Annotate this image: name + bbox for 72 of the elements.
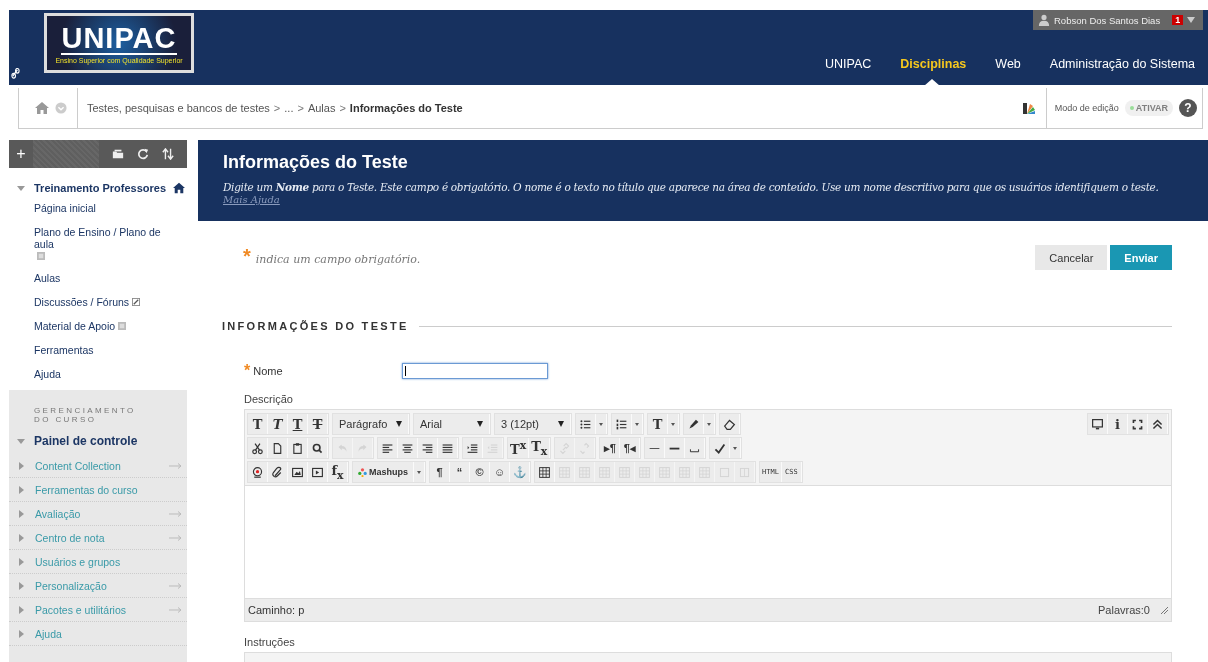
link-icon[interactable]	[11, 68, 20, 79]
name-input[interactable]	[402, 363, 548, 379]
expand-arrow-icon[interactable]	[19, 605, 24, 614]
format-button[interactable]: T$^{x}$	[508, 438, 530, 458]
course-menu-item[interactable]: Plano de Ensino / Plano de aula	[34, 226, 169, 250]
required-note: indica um campo obrigatório.	[255, 252, 421, 266]
section-heading: GERENCIAMENTO DO CURSO	[33, 406, 137, 424]
course-menu-item[interactable]: Página inicial	[34, 202, 96, 214]
page-icon	[118, 322, 127, 330]
add-button[interactable]: +	[9, 145, 33, 163]
nav-tab[interactable]: UNIPAC	[809, 57, 885, 85]
word-count: Palavras:0	[1098, 604, 1150, 616]
element-path: Caminho: p	[248, 604, 306, 616]
dots-icon	[358, 467, 367, 477]
format-button[interactable]: ▸¶	[600, 438, 621, 458]
user-menu[interactable]: Robson Dos Santos Dias 1	[1033, 10, 1203, 30]
expand-arrow-icon[interactable]	[19, 509, 24, 518]
breadcrumb-link[interactable]: Informações do Teste	[349, 102, 463, 114]
edit-mode-label: Modo de edição	[1054, 103, 1119, 113]
edit-mode-toggle[interactable]: ATIVAR	[1124, 100, 1173, 116]
breadcrumb-link[interactable]: Aulas	[307, 102, 336, 114]
user-icon	[1038, 14, 1050, 26]
folder-icon[interactable]	[112, 148, 124, 160]
course-menu-item[interactable]: Discussões / Fóruns	[34, 296, 130, 308]
dropdown-button[interactable]	[668, 414, 679, 434]
expand-arrow-icon[interactable]	[19, 461, 24, 470]
breadcrumb-separator: >	[297, 102, 304, 114]
required-mark: *	[243, 244, 251, 267]
field-label: Instruções	[244, 636, 296, 648]
textured-strip	[33, 140, 99, 168]
resize-handle-icon[interactable]	[1160, 606, 1168, 614]
expand-arrow-icon[interactable]	[19, 629, 24, 638]
expand-arrow-icon[interactable]	[17, 185, 25, 191]
panel-title[interactable]: Painel de controle	[34, 434, 138, 448]
breadcrumb-separator: >	[339, 102, 346, 114]
section-heading: INFORMAÇÕES DO TESTE	[222, 320, 409, 332]
format-button[interactable]: f$_{x}$	[328, 462, 348, 482]
breadcrumb-link[interactable]: Testes, pesquisas e bancos de testes	[87, 102, 270, 114]
eraser-icon[interactable]	[720, 414, 740, 434]
expand-arrow-icon[interactable]	[19, 557, 24, 566]
color-palette-icon[interactable]	[1021, 101, 1036, 115]
page-icon	[37, 252, 45, 260]
help-link[interactable]: Mais Ajuda	[223, 194, 280, 205]
nav-tab[interactable]: Web	[979, 57, 1034, 85]
format-button[interactable]: T$_{x}$	[529, 438, 551, 458]
nav-tab[interactable]: Disciplinas	[884, 57, 980, 85]
refresh-icon[interactable]	[137, 148, 149, 160]
expand-arrow-icon[interactable]	[19, 533, 24, 542]
required-mark: *	[244, 365, 251, 377]
breadcrumb-link[interactable]: ...	[284, 102, 294, 114]
expand-arrow-icon[interactable]	[19, 485, 24, 494]
logo-title: UNIPAC	[61, 22, 177, 55]
expand-arrow-icon[interactable]	[17, 438, 25, 444]
course-title[interactable]: Treinamento Professores	[34, 182, 167, 194]
breadcrumb-separator: >	[273, 102, 281, 114]
cancel-button[interactable]: Cancelar	[1035, 245, 1108, 270]
field-label: Descrição	[244, 393, 294, 405]
edit-icon	[132, 298, 141, 306]
field-label: Nome	[253, 365, 283, 377]
expand-arrow-icon[interactable]	[19, 581, 24, 590]
course-menu-item[interactable]: Aulas	[34, 272, 61, 284]
nav-tab[interactable]: Administração do Sistema	[1033, 57, 1208, 85]
course-menu-item[interactable]: Material de Apoio	[34, 320, 116, 332]
sort-icon[interactable]	[162, 148, 174, 160]
notification-badge: 1	[1172, 15, 1184, 25]
course-menu-item[interactable]: Ferramentas	[34, 344, 94, 356]
home-icon[interactable]	[172, 182, 187, 194]
help-button[interactable]: ?	[1179, 99, 1197, 117]
page-description: Digite um Nome para o Teste. Este campo é obrigatório. O nome é o texto no título que aparece na área de conteúdo. Use um nome descritivo para que os usuários identifiquem o teste.	[223, 181, 1160, 193]
user-name: Robson Dos Santos Dias	[1054, 14, 1161, 26]
course-menu-item[interactable]: Ajuda	[34, 368, 61, 380]
page-title: Informações do Teste	[223, 152, 409, 173]
